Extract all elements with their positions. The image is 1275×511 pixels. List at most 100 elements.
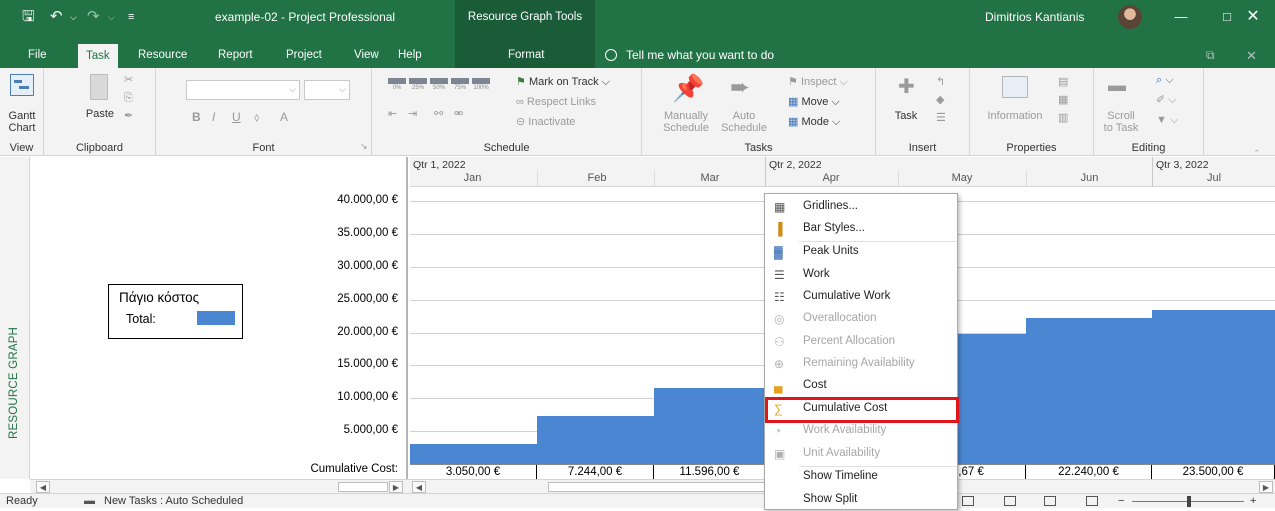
tab-resource[interactable]: Resource bbox=[130, 43, 195, 68]
inactivate-button[interactable]: ⊝ Inactivate bbox=[516, 114, 575, 130]
close-document-icon[interactable]: ✕ bbox=[1238, 43, 1265, 68]
highlight-color-icon[interactable]: ⬨ bbox=[254, 110, 259, 125]
left-pane-scrollbar[interactable]: ◀ ▶ bbox=[30, 479, 410, 493]
inspect-button[interactable]: ⚑ Inspect ⌵ bbox=[788, 74, 848, 90]
tab-format[interactable]: Format bbox=[500, 43, 552, 68]
tab-project[interactable]: Project bbox=[278, 43, 330, 68]
menu-item-overallocation[interactable]: ◎ Overallocation bbox=[765, 308, 957, 330]
manually-schedule-button[interactable]: Manually Schedule bbox=[656, 110, 716, 134]
new-tasks-mode[interactable]: New Tasks : Auto Scheduled bbox=[104, 495, 243, 507]
new-tasks-icon[interactable]: ▬ bbox=[84, 495, 95, 507]
minimize-button[interactable]: — bbox=[1158, 0, 1204, 34]
tab-report[interactable]: Report bbox=[210, 43, 261, 68]
percent-0-button[interactable]: 0% bbox=[388, 78, 406, 92]
insert-task-button[interactable]: Task bbox=[886, 110, 926, 122]
tab-view[interactable]: View bbox=[346, 43, 387, 68]
scroll-right-icon[interactable]: ▶ bbox=[1259, 481, 1273, 493]
collapse-ribbon-icon[interactable]: ‸ bbox=[1255, 138, 1259, 154]
italic-button[interactable]: I bbox=[212, 110, 215, 124]
team-planner-view-icon[interactable] bbox=[1044, 496, 1056, 506]
copy-icon[interactable]: ⎘ bbox=[124, 90, 133, 106]
close-button[interactable]: ✕ bbox=[1230, 0, 1275, 34]
scroll-to-task-icon[interactable]: ▬ bbox=[1108, 74, 1126, 96]
gantt-view-icon[interactable] bbox=[962, 496, 974, 506]
add-timeline-icon[interactable]: ▥ bbox=[1058, 110, 1068, 126]
percent-25-button[interactable]: 25% bbox=[409, 78, 427, 92]
user-name[interactable]: Dimitrios Kantianis bbox=[985, 0, 1084, 34]
save-icon[interactable]: 🖫 bbox=[22, 0, 35, 34]
scroll-thumb[interactable] bbox=[338, 482, 388, 492]
tab-task[interactable]: Task bbox=[78, 44, 118, 68]
link-tasks-icon[interactable]: ⚯ bbox=[434, 106, 443, 122]
menu-item-remaining-availability[interactable]: ⊕ Remaining Availability bbox=[765, 353, 957, 375]
information-icon[interactable] bbox=[1002, 76, 1028, 98]
gantt-chart-icon[interactable] bbox=[10, 74, 34, 96]
scroll-left-icon[interactable]: ◀ bbox=[412, 481, 426, 493]
percent-50-button[interactable]: 50% bbox=[430, 78, 448, 92]
menu-item-work-availability[interactable]: ◔ Work Availability bbox=[765, 420, 957, 442]
zoom-out-icon[interactable]: − bbox=[1118, 495, 1124, 507]
restore-ribbon-icon[interactable]: ⧉ bbox=[1198, 43, 1223, 68]
menu-item-cost[interactable]: ▄ Cost bbox=[765, 375, 957, 397]
bold-button[interactable]: B bbox=[192, 110, 201, 124]
scroll-right-icon[interactable]: ▶ bbox=[389, 481, 403, 493]
zoom-slider-thumb[interactable] bbox=[1187, 496, 1191, 507]
tab-file[interactable]: File bbox=[20, 43, 55, 68]
paste-label[interactable]: Paste bbox=[80, 108, 120, 120]
tell-me-search[interactable]: Tell me what you want to do bbox=[605, 43, 774, 68]
unlink-tasks-icon[interactable]: ⚮ bbox=[454, 106, 463, 122]
menu-item-cumulative-work[interactable]: ☷ Cumulative Work bbox=[765, 286, 957, 308]
undo-dropdown-icon[interactable]: ⌵ bbox=[70, 0, 77, 34]
zoom-in-icon[interactable]: + bbox=[1250, 495, 1256, 507]
font-size-combo[interactable]: ⌵ bbox=[304, 80, 350, 100]
tab-help[interactable]: Help bbox=[390, 43, 430, 68]
auto-schedule-button[interactable]: Auto Schedule bbox=[716, 110, 772, 134]
redo-icon[interactable]: ↷ bbox=[87, 0, 100, 34]
customize-toolbar-icon[interactable]: ≡ bbox=[128, 0, 134, 34]
find-icon[interactable]: ⌕ ⌵ bbox=[1156, 72, 1174, 88]
percent-75-button[interactable]: 75% bbox=[451, 78, 469, 92]
paste-icon[interactable] bbox=[90, 74, 108, 100]
menu-item-percent-allocation[interactable]: ⚇ Percent Allocation bbox=[765, 331, 957, 353]
scroll-left-icon[interactable]: ◀ bbox=[36, 481, 50, 493]
respect-links-button[interactable]: ∞ Respect Links bbox=[516, 94, 596, 110]
auto-schedule-icon[interactable]: ➨ bbox=[730, 74, 750, 102]
redo-dropdown-icon[interactable]: ⌵ bbox=[108, 0, 115, 34]
format-painter-icon[interactable]: ✒ bbox=[124, 108, 133, 124]
mode-button[interactable]: ▦ Mode ⌵ bbox=[788, 114, 840, 130]
pin-icon[interactable]: 📌 bbox=[672, 74, 704, 102]
chart-label[interactable]: Chart bbox=[0, 122, 44, 134]
underline-button[interactable]: U bbox=[232, 110, 241, 124]
deliverable-icon[interactable]: ☰ bbox=[936, 110, 946, 126]
summary-icon[interactable]: ↰ bbox=[936, 74, 945, 90]
font-color-button[interactable]: A bbox=[280, 110, 288, 124]
scroll-to-task-button[interactable]: Scroll to Task bbox=[1096, 110, 1146, 134]
menu-item-show-timeline[interactable]: Show Timeline bbox=[765, 466, 957, 488]
menu-item-unit-availability[interactable]: ▣ Unit Availability bbox=[765, 443, 957, 465]
insert-task-icon[interactable]: ✚ bbox=[898, 76, 915, 98]
notes-icon[interactable]: ▤ bbox=[1058, 74, 1068, 90]
cut-icon[interactable]: ✂ bbox=[124, 72, 133, 88]
month-label: Jul bbox=[1206, 172, 1222, 184]
outdent-icon[interactable]: ⇤ bbox=[388, 106, 397, 122]
task-usage-view-icon[interactable] bbox=[1004, 496, 1016, 506]
milestone-icon[interactable]: ◆ bbox=[936, 92, 944, 108]
menu-item-peak-units[interactable]: ▓ Peak Units bbox=[765, 241, 957, 263]
clear-icon[interactable]: ✐ ⌵ bbox=[1156, 92, 1177, 108]
mark-on-track-button[interactable]: ⚑ Mark on Track ⌵ bbox=[516, 74, 610, 90]
avatar[interactable] bbox=[1118, 5, 1142, 29]
month-label: Apr bbox=[822, 172, 840, 184]
indent-icon[interactable]: ⇥ bbox=[408, 106, 417, 122]
menu-item-gridlines[interactable]: ▦ Gridlines... bbox=[765, 196, 957, 218]
details-icon[interactable]: ▦ bbox=[1058, 92, 1068, 108]
undo-icon[interactable]: ↶ bbox=[50, 0, 63, 34]
fill-icon[interactable]: ▼ ⌵ bbox=[1156, 112, 1178, 128]
menu-item-bar-styles[interactable]: ▐ Bar Styles... bbox=[765, 218, 957, 240]
menu-item-work[interactable]: ☰ Work bbox=[765, 264, 957, 286]
font-name-combo[interactable]: ⌵ bbox=[186, 80, 300, 100]
information-button[interactable]: Information bbox=[978, 110, 1052, 122]
gantt-label[interactable]: Gantt bbox=[0, 110, 44, 122]
percent-100-button[interactable]: 100% bbox=[472, 78, 490, 92]
move-button[interactable]: ▦ Move ⌵ bbox=[788, 94, 840, 110]
report-view-icon[interactable] bbox=[1086, 496, 1098, 506]
